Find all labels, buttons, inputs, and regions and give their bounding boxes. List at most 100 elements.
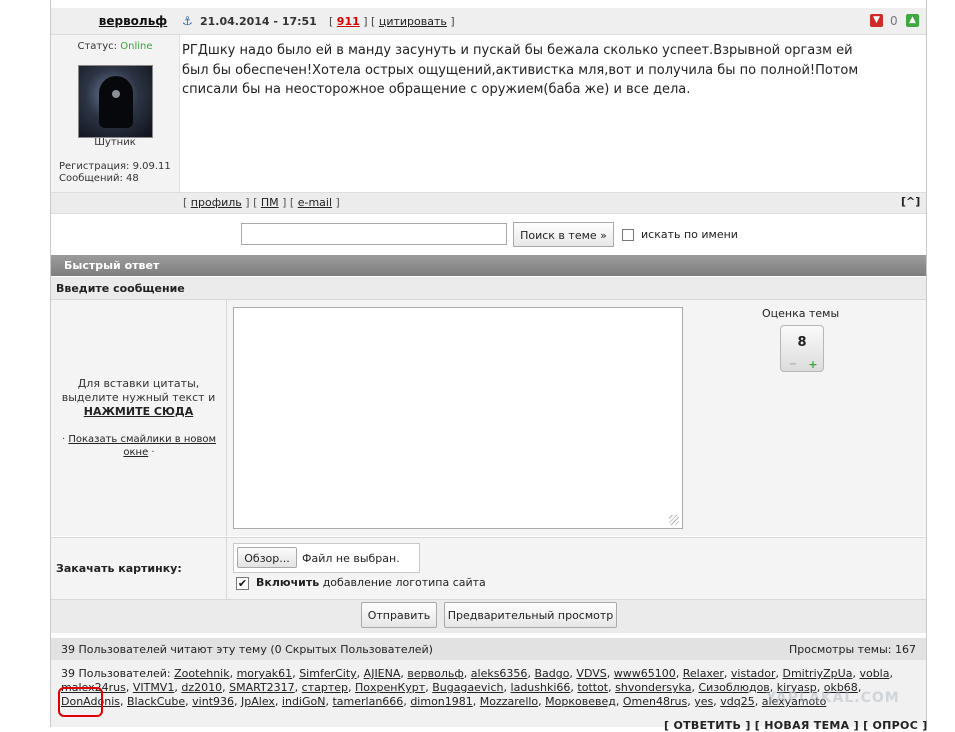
status-online: Online [120,41,153,52]
anchor-icon[interactable]: ⚓ [182,14,194,28]
pm-link[interactable]: ПМ [261,196,279,209]
reader-user-link[interactable]: vint936 [192,695,234,708]
add-logo-bold: Включить [256,576,320,589]
quick-reply-header: Быстрый ответ [51,255,926,276]
quote-tip[interactable]: Для вставки цитаты, выделите нужный текс… [51,377,226,419]
message-count: Сообщений: 48 [59,173,139,184]
quote-tip-line: Для вставки цитаты, [77,377,200,390]
reader-user-link[interactable]: Omen48rus [623,695,687,708]
separator: , [754,695,759,708]
topic-rating-widget: 8 − + [780,325,824,372]
search-by-name-checkbox[interactable] [622,229,634,241]
rating-plus-icon[interactable]: + [807,359,819,370]
reader-user-link[interactable]: VITMV1 [133,681,175,694]
reader-user-link[interactable]: dz2010 [181,681,222,694]
reader-user-link[interactable]: moryak61 [237,667,293,680]
post-footer: [ профиль ] [ ПМ ] [ e-mail ] [^] [51,192,926,214]
browse-button[interactable]: Обзор... [237,547,297,568]
resize-grip-icon[interactable] [669,515,679,525]
separator: , [348,681,352,694]
scroll-top-button[interactable]: [^] [901,195,920,208]
quote-click-here[interactable]: НАЖМИТЕ СЮДА [84,405,193,418]
bracket: [ [329,15,334,28]
email-link[interactable]: e-mail [298,196,332,209]
reader-user-link[interactable]: SimferCity [299,667,356,680]
separator: , [229,667,234,680]
reader-user-link[interactable]: indiGoN [282,695,326,708]
post-rating-value: 0 [890,14,898,28]
separator: , [569,667,573,680]
separator: , [425,681,429,694]
thumbs-down-icon[interactable]: ▼ [870,14,883,27]
show-smiles-link[interactable]: Показать смайлики в новом окне [68,434,216,458]
avatar-face [112,90,120,98]
topic-search-input[interactable] [241,223,507,245]
reader-user-link[interactable]: DmitriyZpUa [783,667,853,680]
thumbs-up-icon[interactable]: ▲ [906,14,919,27]
quick-reply-title: Быстрый ответ [64,259,160,272]
post-text: РГДшку надо было ей в манду засунуть и п… [182,43,859,97]
reader-user-link[interactable]: JpAlex [241,695,275,708]
reader-user-link[interactable]: вервольф [407,667,463,680]
post-number-link[interactable]: 911 [337,15,360,28]
reader-user-link[interactable]: стартер [302,681,348,694]
reader-user-link[interactable]: vobla [859,667,889,680]
separator: , [274,695,279,708]
avatar[interactable] [78,65,153,138]
reader-user-link[interactable]: vistador [731,667,776,680]
reader-user-link[interactable]: BlackCube [127,695,185,708]
reader-user-link[interactable]: shvondersyka [615,681,691,694]
reader-user-link[interactable]: dimon1981 [410,695,472,708]
message-title: Введите сообщение [56,282,185,295]
separator: , [889,667,893,680]
reader-user-link[interactable]: Сизоблюдов [698,681,769,694]
separator: , [608,681,612,694]
rating-minus-icon[interactable]: − [787,360,799,370]
message-textarea[interactable] [233,307,683,529]
separator: , [570,681,574,694]
reader-user-link[interactable]: AJIENA [364,667,401,680]
reader-user-link[interactable]: tottot [577,681,608,694]
reader-user-link[interactable]: Mozzarello [480,695,538,708]
reader-user-link[interactable]: vdq25 [720,695,754,708]
reader-user-link[interactable]: Zootehnik [174,667,229,680]
profile-link[interactable]: профиль [191,196,242,209]
reader-user-link[interactable]: www65100 [614,667,676,680]
separator: , [356,667,361,680]
topic-search-button[interactable]: Поиск в теме » [513,222,614,247]
quote-link[interactable]: цитировать [379,15,447,28]
reader-user-link[interactable]: Relaxer [683,667,724,680]
separator: , [691,681,695,694]
post-author-link[interactable]: вервольф [83,14,183,28]
avatar-figure [99,76,133,128]
add-logo-checkbox[interactable]: ✔ [236,577,249,590]
reader-user-link[interactable]: Bugagaevich [432,681,503,694]
separator: , [174,681,178,694]
reader-user-link[interactable]: SMART2317 [229,681,295,694]
reader-user-link[interactable]: ПохренКурт [355,681,425,694]
send-button[interactable]: Отправить [361,602,437,628]
no-file-label: Файл не выбран. [302,552,400,565]
add-logo-rest: добавление логотипа сайта [319,576,486,589]
separator: , [723,667,728,680]
separator: , [538,695,542,708]
separator: , [472,695,477,708]
highlight-circle [58,687,103,717]
frame-right-border [926,0,927,727]
bracket: ] [ [245,196,258,209]
post-footer-links: [ профиль ] [ ПМ ] [ e-mail ] [183,196,340,209]
reader-user-link[interactable]: aleks6356 [471,667,528,680]
reader-user-link[interactable]: tamerlan666 [332,695,403,708]
reader-user-link[interactable]: yes [694,695,713,708]
bottom-action-links[interactable]: [ ОТВЕТИТЬ ] [ НОВАЯ ТЕМА ] [ ОПРОС ] [664,719,928,732]
reader-user-link[interactable]: VDVS [576,667,606,680]
topic-rating-label: Оценка темы [762,307,840,320]
reader-user-link[interactable]: Морковевед [545,695,616,708]
reader-user-link[interactable]: Badgo [534,667,569,680]
bracket: ] [ [363,15,376,28]
separator: , [713,695,717,708]
reader-user-link[interactable]: ladushki66 [511,681,571,694]
separator: , [463,667,468,680]
separator: , [675,667,680,680]
preview-button[interactable]: Предварительный просмотр [444,602,617,628]
